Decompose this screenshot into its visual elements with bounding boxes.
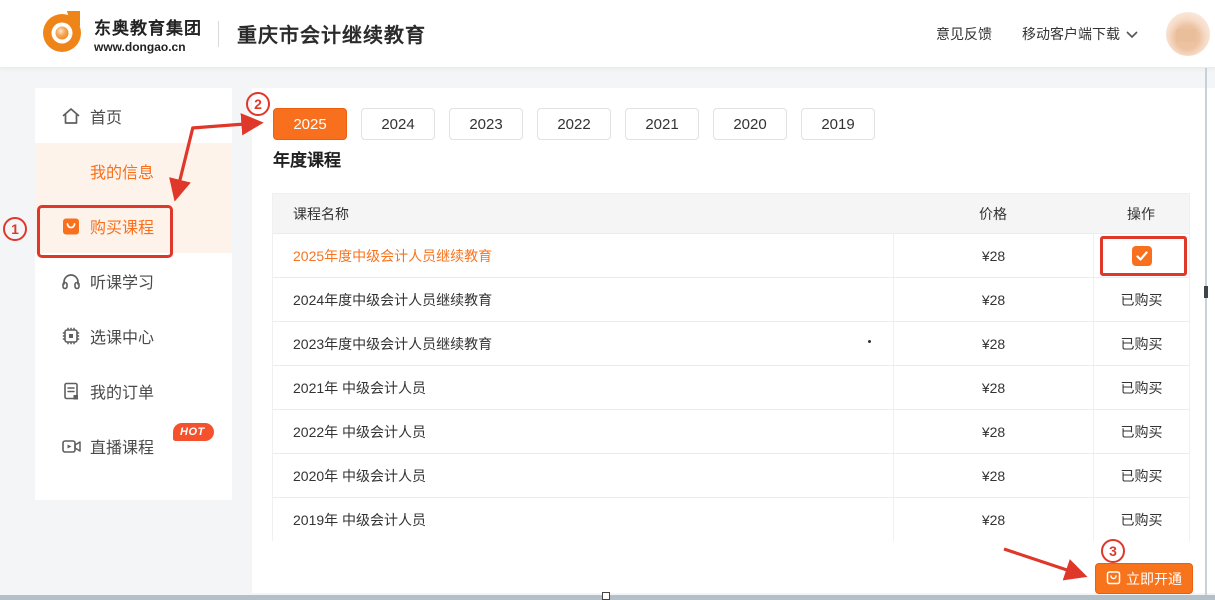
course-name: 2024年度中级会计人员继续教育 xyxy=(273,278,893,321)
year-tabs: 2025 2024 2023 2022 2021 2020 2019 xyxy=(273,108,889,140)
year-tab-2024[interactable]: 2024 xyxy=(361,108,435,140)
top-header: 东奥教育集团 www.dongao.cn 重庆市会计继续教育 意见反馈 移动客户… xyxy=(0,0,1215,68)
course-action-cell: 已购买 xyxy=(1093,410,1189,453)
course-name: 2020年 中级会计人员 xyxy=(273,454,893,497)
course-name: 2022年 中级会计人员 xyxy=(273,410,893,453)
activate-now-button[interactable]: 立即开通 xyxy=(1095,563,1193,594)
dongao-logo[interactable]: 东奥教育集团 www.dongao.cn xyxy=(40,8,202,59)
course-name: 2023年度中级会计人员继续教育 xyxy=(273,322,893,365)
sidebar-item-my-orders[interactable]: 我的订单 xyxy=(35,363,232,418)
vertical-scrollbar-thumb[interactable] xyxy=(1204,286,1208,298)
sidebar-item-label: 听课学习 xyxy=(90,269,154,293)
year-tab-2023[interactable]: 2023 xyxy=(449,108,523,140)
col-header-action: 操作 xyxy=(1093,194,1189,233)
annotation-step-1: 1 xyxy=(3,217,27,241)
course-action-cell: 已购买 xyxy=(1093,498,1189,541)
section-title: 年度课程 xyxy=(273,146,341,171)
course-action-cell: 已购买 xyxy=(1093,322,1189,365)
course-checkbox-checked[interactable] xyxy=(1132,246,1152,266)
dongao-logo-icon xyxy=(40,8,86,59)
sidebar-nav: 首页 我的信息 购买课程 听课学习 选课中心 我的订单 直播课程 HOT xyxy=(35,88,232,500)
course-action-cell: 已购买 xyxy=(1093,366,1189,409)
table-row: 2019年 中级会计人员¥28 已购买 xyxy=(273,497,1189,541)
purchased-label: 已购买 xyxy=(1121,290,1163,310)
course-price: ¥28 xyxy=(893,410,1093,453)
table-row: 2023年度中级会计人员继续教育¥28 已购买 xyxy=(273,321,1189,365)
year-tab-2020[interactable]: 2020 xyxy=(713,108,787,140)
video-camera-icon xyxy=(60,435,82,457)
sidebar-item-course-center[interactable]: 选课中心 xyxy=(35,308,232,363)
hot-badge: HOT xyxy=(173,423,214,441)
course-price: ¥28 xyxy=(893,322,1093,365)
sidebar-item-my-info[interactable]: 我的信息 xyxy=(35,143,232,198)
course-price: ¥28 xyxy=(893,234,1093,277)
year-tab-2025[interactable]: 2025 xyxy=(273,108,347,140)
bag-outline-icon xyxy=(1106,570,1126,588)
horizontal-scrollbar-mark xyxy=(602,592,610,600)
chip-icon xyxy=(60,325,82,347)
course-action-cell: 已购买 xyxy=(1093,454,1189,497)
year-tab-2021[interactable]: 2021 xyxy=(625,108,699,140)
sidebar-item-home[interactable]: 首页 xyxy=(35,88,232,143)
feedback-link[interactable]: 意见反馈 xyxy=(936,24,992,44)
sidebar-item-label: 直播课程 xyxy=(90,434,154,458)
year-tab-2019[interactable]: 2019 xyxy=(801,108,875,140)
table-row: 2020年 中级会计人员¥28 已购买 xyxy=(273,453,1189,497)
course-name: 2021年 中级会计人员 xyxy=(273,366,893,409)
course-table: 课程名称 价格 操作 2025年度中级会计人员继续教育¥282024年度中级会计… xyxy=(272,193,1190,541)
course-price: ¥28 xyxy=(893,454,1093,497)
purchased-label: 已购买 xyxy=(1121,510,1163,530)
sidebar-item-label: 首页 xyxy=(90,104,122,128)
col-header-price: 价格 xyxy=(893,194,1093,233)
activate-now-label: 立即开通 xyxy=(1126,569,1182,589)
logo-url: www.dongao.cn xyxy=(94,40,202,54)
main-content: 2025 2024 2023 2022 2021 2020 2019 年度课程 课程名称 价… xyxy=(252,88,1215,593)
table-row: 2021年 中级会计人员¥28 已购买 xyxy=(273,365,1189,409)
purchased-label: 已购买 xyxy=(1121,378,1163,398)
sidebar-item-label: 我的订单 xyxy=(90,379,154,403)
purchased-label: 已购买 xyxy=(1121,334,1163,354)
stray-dot xyxy=(868,340,871,343)
sidebar-item-listen-study[interactable]: 听课学习 xyxy=(35,253,232,308)
sidebar-item-live-courses[interactable]: 直播课程 HOT xyxy=(35,418,232,473)
app-download-menu[interactable]: 移动客户端下载 xyxy=(1022,24,1138,44)
purchased-label: 已购买 xyxy=(1121,466,1163,486)
sidebar-item-label: 购买课程 xyxy=(90,214,154,238)
course-price: ¥28 xyxy=(893,498,1093,541)
site-title: 重庆市会计继续教育 xyxy=(237,19,426,48)
purchased-label: 已购买 xyxy=(1121,422,1163,442)
course-action-cell xyxy=(1093,234,1189,277)
sidebar-item-label: 我的信息 xyxy=(90,159,154,183)
course-price: ¥28 xyxy=(893,278,1093,321)
sidebar-item-buy-courses[interactable]: 购买课程 xyxy=(35,198,232,253)
app-download-label: 移动客户端下载 xyxy=(1022,24,1120,44)
order-icon xyxy=(60,380,82,402)
course-name: 2019年 中级会计人员 xyxy=(273,498,893,541)
home-icon xyxy=(60,105,82,127)
header-divider xyxy=(218,21,219,47)
course-table-body: 2025年度中级会计人员继续教育¥282024年度中级会计人员继续教育¥28已购… xyxy=(273,233,1189,541)
user-avatar[interactable] xyxy=(1166,12,1210,56)
col-header-course-name: 课程名称 xyxy=(273,194,893,233)
sidebar-item-label: 选课中心 xyxy=(90,324,154,348)
year-tab-2022[interactable]: 2022 xyxy=(537,108,611,140)
shopping-bag-icon xyxy=(60,215,82,237)
table-row: 2025年度中级会计人员继续教育¥28 xyxy=(273,233,1189,277)
chevron-down-icon xyxy=(1126,26,1138,44)
logo-title: 东奥教育集团 xyxy=(94,14,202,39)
course-name[interactable]: 2025年度中级会计人员继续教育 xyxy=(273,234,893,277)
vertical-scrollbar-track[interactable] xyxy=(1205,68,1207,600)
course-table-header: 课程名称 价格 操作 xyxy=(273,194,1189,233)
headphones-icon xyxy=(60,270,82,292)
course-price: ¥28 xyxy=(893,366,1093,409)
course-action-cell: 已购买 xyxy=(1093,278,1189,321)
table-row: 2022年 中级会计人员¥28 已购买 xyxy=(273,409,1189,453)
table-row: 2024年度中级会计人员继续教育¥28 已购买 xyxy=(273,277,1189,321)
